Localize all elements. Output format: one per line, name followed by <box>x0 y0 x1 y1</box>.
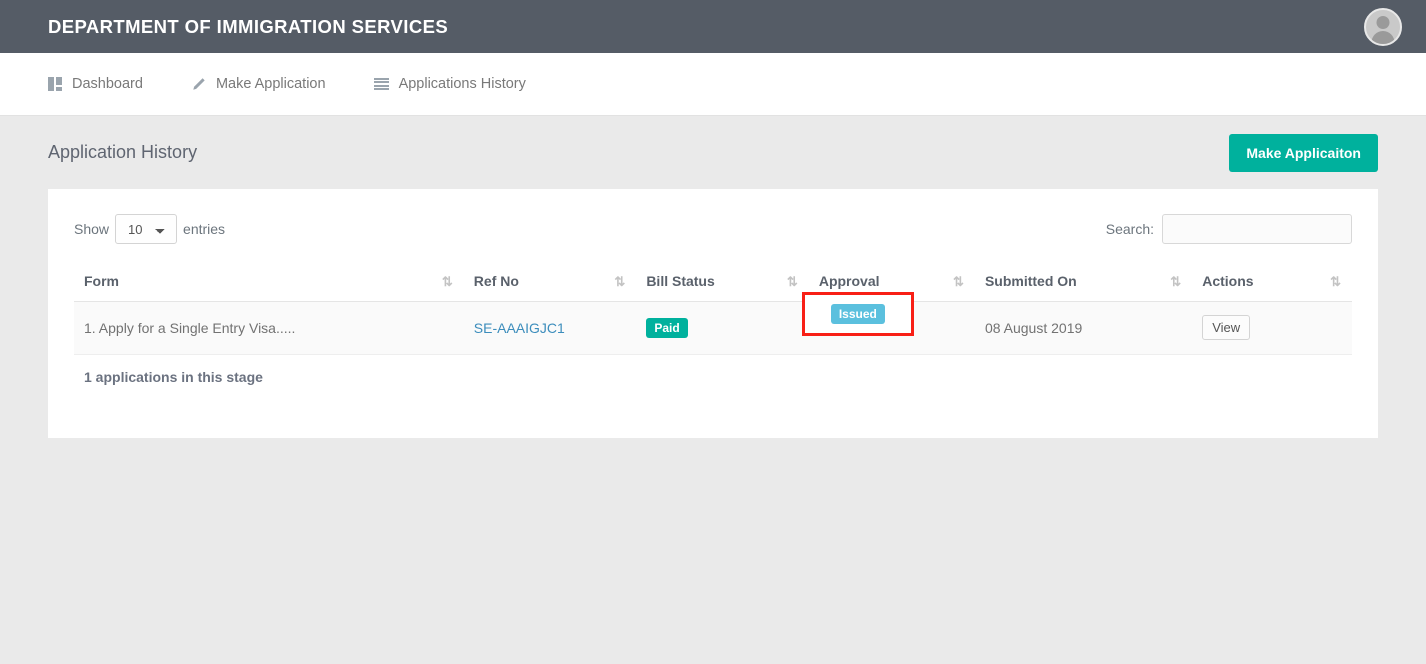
main-navigation: Dashboard Make Application Applications … <box>0 53 1426 116</box>
avatar[interactable] <box>1364 7 1402 46</box>
column-header-form[interactable]: Form ⇅ <box>74 263 464 302</box>
page-container: Application History Make Applicaiton Sho… <box>0 116 1426 438</box>
table-controls: Show 10 25 50 100 entries Search: <box>74 211 1352 247</box>
table-summary: 1 applications in this stage <box>84 369 263 385</box>
ref-no-link[interactable]: SE-AAAIGJC1 <box>474 320 565 336</box>
table-header-row: Form ⇅ Ref No ⇅ Bill Status ⇅ Approval ⇅ <box>74 263 1352 302</box>
column-label-approval: Approval <box>818 273 880 289</box>
page-length-select[interactable]: 10 25 50 100 <box>115 214 178 244</box>
pencil-icon <box>191 77 206 92</box>
sort-icon[interactable]: ⇅ <box>1330 274 1341 290</box>
status-badge-issued: Issued <box>830 304 885 324</box>
nav-label-make-application: Make Application <box>215 76 326 92</box>
nav-item-applications-history[interactable]: Applications History <box>373 76 526 92</box>
nav-item-make-application[interactable]: Make Application <box>191 76 326 92</box>
avatar-body-icon <box>1371 30 1395 44</box>
column-label-ref-no: Ref No <box>473 273 519 289</box>
cell-ref-no: SE-AAAIGJC1 <box>463 301 637 355</box>
applications-card: Show 10 25 50 100 entries Search: <box>48 189 1378 438</box>
status-badge-paid: Paid <box>646 317 688 338</box>
column-label-bill-status: Bill Status <box>646 273 715 289</box>
grid-icon <box>48 77 62 91</box>
top-brand-bar: DEPARTMENT OF IMMIGRATION SERVICES <box>0 0 1426 53</box>
page-title: Application History <box>48 142 198 162</box>
column-label-submitted-on: Submitted On <box>984 273 1077 289</box>
sort-icon[interactable]: ⇅ <box>1170 274 1181 290</box>
table-row: 1. Apply for a Single Entry Visa..... SE… <box>74 292 1352 355</box>
column-label-actions: Actions <box>1202 273 1254 289</box>
column-label-form: Form <box>84 273 119 289</box>
nav-label-dashboard: Dashboard <box>72 76 143 92</box>
brand-title: DEPARTMENT OF IMMIGRATION SERVICES <box>48 15 449 37</box>
nav-item-dashboard[interactable]: Dashboard <box>48 76 143 92</box>
table-header: Form ⇅ Ref No ⇅ Bill Status ⇅ Approval ⇅ <box>74 263 1352 302</box>
cell-form: 1. Apply for a Single Entry Visa..... <box>74 301 464 355</box>
sort-icon[interactable]: ⇅ <box>614 274 625 290</box>
view-button[interactable]: View <box>1202 315 1251 340</box>
search-label: Search: <box>1105 221 1154 237</box>
sort-icon[interactable]: ⇅ <box>953 274 964 290</box>
cell-approval: Issued <box>801 292 975 355</box>
cell-submitted-on: 08 August 2019 <box>974 301 1193 355</box>
page-header: Application History Make Applicaiton <box>48 116 1378 189</box>
column-header-actions[interactable]: Actions ⇅ <box>1192 263 1352 302</box>
highlight-annotation: Issued <box>801 292 914 336</box>
avatar-head-icon <box>1376 15 1390 29</box>
search-input[interactable] <box>1162 214 1352 244</box>
list-icon <box>373 78 389 90</box>
sort-icon[interactable]: ⇅ <box>442 274 453 290</box>
cell-actions: View <box>1192 301 1352 355</box>
column-header-ref-no[interactable]: Ref No ⇅ <box>463 263 637 302</box>
applications-table: Form ⇅ Ref No ⇅ Bill Status ⇅ Approval ⇅ <box>74 263 1352 355</box>
nav-label-applications-history: Applications History <box>398 76 526 92</box>
column-header-bill-status[interactable]: Bill Status ⇅ <box>636 263 809 302</box>
sort-icon[interactable]: ⇅ <box>787 274 798 290</box>
make-application-button[interactable]: Make Applicaiton <box>1229 133 1378 172</box>
column-header-submitted-on[interactable]: Submitted On ⇅ <box>974 263 1193 302</box>
page-length-control: Show 10 25 50 100 entries <box>74 214 225 244</box>
cell-bill-status: Paid <box>636 301 809 355</box>
table-body: 1. Apply for a Single Entry Visa..... SE… <box>74 292 1352 355</box>
entries-label: entries <box>183 221 226 237</box>
show-label: Show <box>74 221 110 237</box>
search-control: Search: <box>1106 214 1352 244</box>
